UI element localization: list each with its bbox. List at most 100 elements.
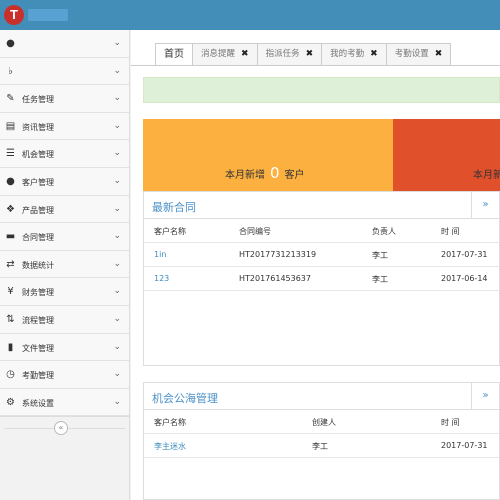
sidebar-item-tasks[interactable]: ✎ 任务管理 ⌄ <box>0 85 129 113</box>
sidebar-item-news[interactable]: ▤ 资讯管理 ⌄ <box>0 112 129 141</box>
panel-title: 机会公海管理 <box>152 392 218 405</box>
sidebar-item-workflow[interactable]: ⇅ 流程管理 ⌄ <box>0 305 129 334</box>
folder-open-icon: ▬ <box>5 231 16 243</box>
chevron-down-icon: ⌄ <box>113 148 121 159</box>
sidebar-item-products[interactable]: ❖ 产品管理 ⌄ <box>0 195 129 224</box>
contract-number: HT2017731213319 <box>239 250 317 259</box>
gear-icon: ⚙ <box>6 396 15 408</box>
chevron-down-icon: ⌄ <box>113 175 121 186</box>
stat-value: 0 <box>270 164 280 182</box>
customer-link[interactable]: 李主迷水 <box>154 441 186 452</box>
user-icon: ● <box>6 38 15 49</box>
sidebar-item-label: 机会管理 <box>22 150 54 160</box>
sidebar-item-label: 文件管理 <box>22 343 54 353</box>
table-row[interactable]: 1in HT2017731213319 李工 2017-07-31 <box>144 243 499 267</box>
top-bar: T <box>0 0 500 30</box>
file-icon: ▮ <box>7 341 14 353</box>
sidebar-item-statistics[interactable]: ⇄ 数据统计 ⌄ <box>0 250 129 279</box>
new-customers-stat[interactable]: 本月新增 0 客户 <box>143 119 393 198</box>
sidebar-item-label: 考勤管理 <box>22 371 54 381</box>
chevron-down-icon: ⌄ <box>113 120 121 131</box>
date: 2017-07-31 <box>441 441 488 450</box>
more-button[interactable]: » <box>471 192 499 218</box>
close-icon[interactable]: ✖ <box>241 49 249 59</box>
sidebar-item-label: 资讯管理 <box>22 122 54 132</box>
collapse-sidebar-button[interactable]: « <box>54 421 68 436</box>
sidebar-item-contracts[interactable]: ▬ 合同管理 ⌄ <box>0 223 129 251</box>
tab-label: 消息提醒 <box>201 49 236 59</box>
sidebar-item-finance[interactable]: ¥ 财务管理 ⌄ <box>0 278 129 306</box>
creator: 李工 <box>312 442 328 451</box>
second-stat[interactable]: 本月新 <box>393 119 500 198</box>
customer-link[interactable]: 1in <box>154 250 166 259</box>
chevron-down-icon: ⌄ <box>113 38 121 48</box>
chevron-down-icon: ⌄ <box>113 65 121 76</box>
sidebar-item-customers[interactable]: ● 客户管理 ⌄ <box>0 167 129 196</box>
stat-prefix: 本月新增 <box>225 170 265 181</box>
table-row[interactable]: 123 HT201761453637 李工 2017-06-14 <box>144 267 499 291</box>
column-header: 创建人 <box>312 418 336 427</box>
sidebar-item-settings[interactable]: ⚙ 系统设置 ⌄ <box>0 388 129 417</box>
tab-assigned-tasks[interactable]: 指派任务 ✖ <box>256 43 323 65</box>
column-header: 客户名称 <box>154 227 186 236</box>
chevron-down-icon: ⌄ <box>113 396 121 407</box>
table-header-row: 客户名称 合同编号 负责人 时 间 <box>144 219 499 243</box>
chevron-down-icon: ⌄ <box>113 369 121 380</box>
app-logo[interactable]: T <box>4 5 24 25</box>
column-header: 时 间 <box>441 418 460 427</box>
chevron-down-icon: ⌄ <box>113 258 121 269</box>
column-header: 客户名称 <box>154 418 186 427</box>
panel-header: 机会公海管理 » <box>144 383 499 410</box>
date: 2017-07-31 <box>441 250 488 259</box>
sidebar-item-label: 客户管理 <box>22 177 54 187</box>
sidebar-item-label: 系统设置 <box>22 398 54 408</box>
chevron-down-icon: ⌄ <box>113 286 121 297</box>
tab-home[interactable]: 首页 <box>155 43 193 65</box>
bell-icon: ♭ <box>8 65 13 77</box>
sidebar: ● ⌄ ♭ ⌄ ✎ 任务管理 ⌄ ▤ 资讯管理 ⌄ ☰ 机会管理 ⌄ ● 客户管… <box>0 30 130 500</box>
users-icon: ● <box>6 175 15 187</box>
column-header: 时 间 <box>441 227 460 236</box>
notice-bar <box>143 77 500 103</box>
app-logo-text <box>28 9 68 21</box>
tab-messages[interactable]: 消息提醒 ✖ <box>192 43 258 65</box>
tab-my-attendance[interactable]: 我的考勤 ✖ <box>321 43 387 65</box>
main-content: 首页 消息提醒 ✖ 指派任务 ✖ 我的考勤 ✖ 考勤设置 ✖ 本月新增 0 客户 本月新 最… <box>131 30 500 500</box>
sidebar-item-label: 数据统计 <box>22 260 54 270</box>
stat-suffix: 客户 <box>284 170 305 181</box>
table-row[interactable]: 李主迷水 李工 2017-07-31 <box>144 434 499 458</box>
contract-number: HT201761453637 <box>239 274 311 283</box>
contracts-panel: 最新合同 » 客户名称 合同编号 负责人 时 间 1in HT201773121… <box>143 191 500 366</box>
close-icon[interactable]: ✖ <box>370 49 378 59</box>
tab-bar: 首页 消息提醒 ✖ 指派任务 ✖ 我的考勤 ✖ 考勤设置 ✖ <box>155 43 452 65</box>
sidebar-item-notifications[interactable]: ♭ ⌄ <box>0 57 129 86</box>
stats-row: 本月新增 0 客户 本月新 <box>143 119 500 198</box>
sidebar-collapse-bar: « <box>0 416 129 438</box>
more-button[interactable]: » <box>471 383 499 409</box>
sidebar-item-opportunities[interactable]: ☰ 机会管理 ⌄ <box>0 140 129 168</box>
sidebar-item-profile[interactable]: ● ⌄ <box>0 30 129 58</box>
stat-prefix: 本月新 <box>473 170 500 181</box>
tab-label: 首页 <box>164 49 184 60</box>
column-header: 合同编号 <box>239 227 271 236</box>
customer-link[interactable]: 123 <box>154 274 169 283</box>
date: 2017-06-14 <box>441 274 488 283</box>
opportunities-panel: 机会公海管理 » 客户名称 创建人 时 间 李主迷水 李工 2017-07-31 <box>143 382 500 500</box>
panel-title: 最新合同 <box>152 201 196 214</box>
sidebar-item-label: 任务管理 <box>22 95 54 105</box>
sidebar-item-attendance[interactable]: ◷ 考勤管理 ⌄ <box>0 361 129 389</box>
chevron-down-icon: ⌄ <box>113 231 121 242</box>
tab-attendance-settings[interactable]: 考勤设置 ✖ <box>385 43 452 65</box>
sidebar-item-files[interactable]: ▮ 文件管理 ⌄ <box>0 333 129 362</box>
table-header-row: 客户名称 创建人 时 间 <box>144 410 499 434</box>
close-icon[interactable]: ✖ <box>435 49 443 59</box>
close-icon[interactable]: ✖ <box>306 49 314 59</box>
sidebar-item-label: 产品管理 <box>22 205 54 215</box>
tab-label: 我的考勤 <box>330 49 365 59</box>
tab-label: 考勤设置 <box>394 49 429 59</box>
tab-label: 指派任务 <box>265 49 300 59</box>
sidebar-item-label: 流程管理 <box>22 315 54 325</box>
column-header: 负责人 <box>372 227 396 236</box>
dropbox-icon: ❖ <box>6 203 15 215</box>
chevron-down-icon: ⌄ <box>113 341 121 352</box>
